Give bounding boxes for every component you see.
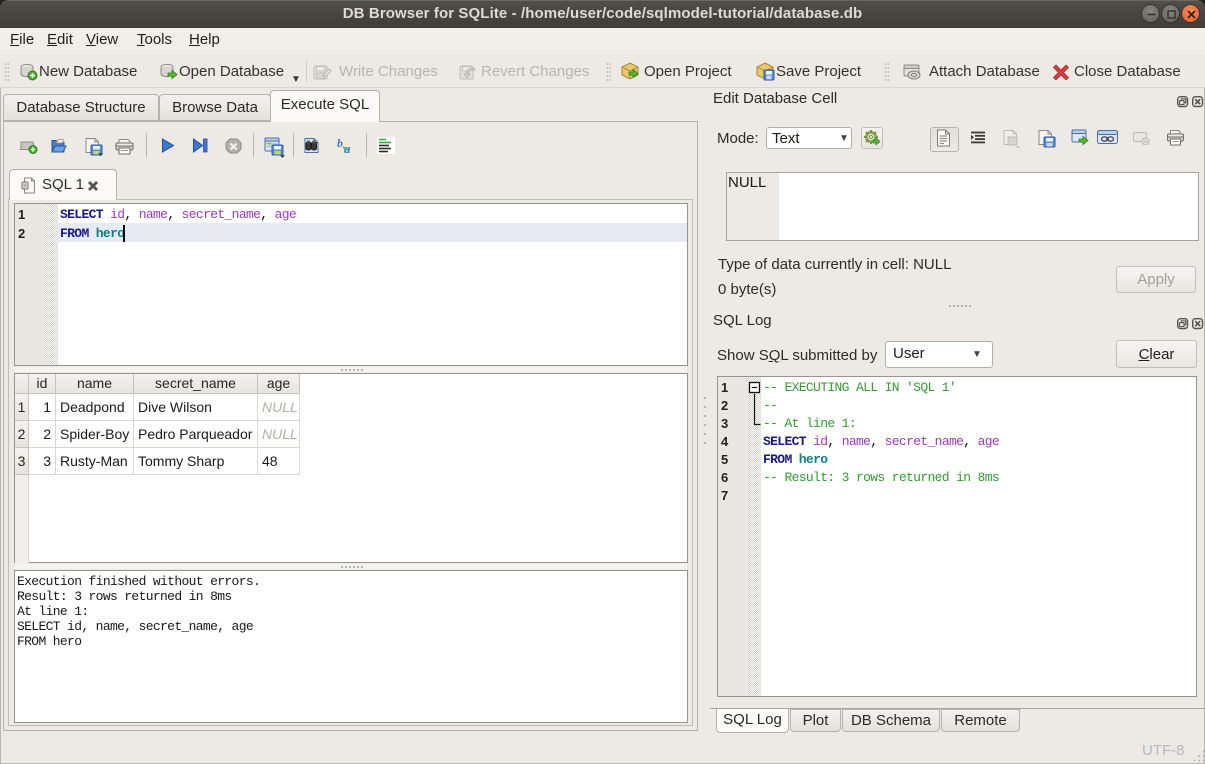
svg-text:b: b: [337, 137, 343, 150]
